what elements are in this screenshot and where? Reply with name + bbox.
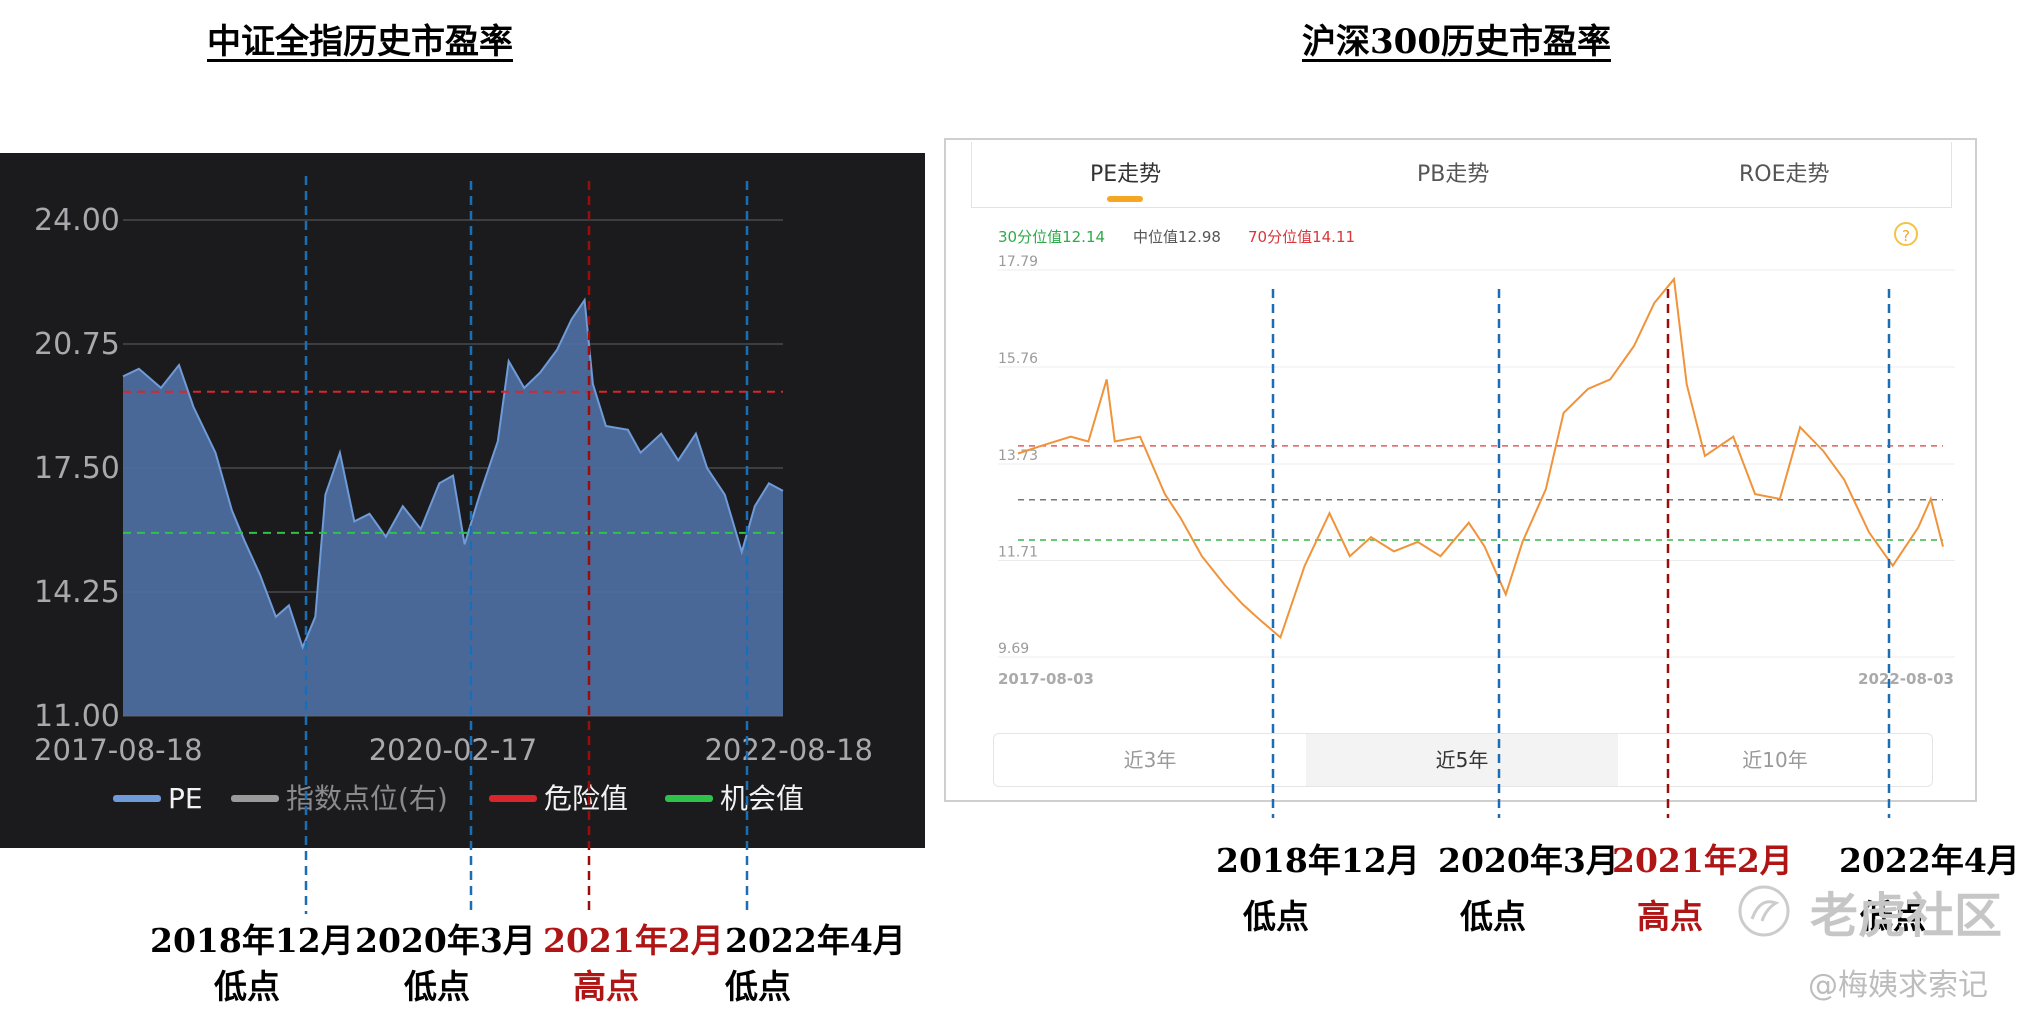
- left-annotation-label: 低点: [725, 967, 791, 1006]
- legend-label: 指数点位(右): [286, 782, 448, 815]
- pe-area: [123, 300, 783, 716]
- y-tick-label: 9.69: [998, 641, 1029, 657]
- x-start-label: 2017-08-03: [998, 670, 1094, 688]
- right-annotation-label: 高点: [1637, 897, 1703, 936]
- right-annotation-date: 2022年4月: [1839, 841, 2020, 880]
- right-annotation-date: 2018年12月: [1216, 841, 1420, 880]
- x-tick-label: 2022-08-18: [704, 733, 873, 767]
- range-10-years-button[interactable]: 近10年: [1618, 734, 1932, 786]
- time-range-selector: 近3年 近5年 近10年: [993, 733, 1933, 787]
- y-tick-label: 17.79: [998, 254, 1038, 270]
- y-tick-label: 24.00: [34, 203, 120, 238]
- author-watermark: @梅姨求索记: [1808, 968, 1988, 1003]
- legend-label: 危险值: [544, 782, 628, 815]
- right-annotation-date: 2020年3月: [1438, 841, 1619, 880]
- y-tick-label: 15.76: [998, 351, 1038, 367]
- legend-swatch: [231, 795, 279, 802]
- left-annotation-label: 高点: [573, 967, 639, 1006]
- legend-swatch: [489, 795, 537, 802]
- left-annotation-label: 低点: [404, 967, 470, 1006]
- left-annotation-label: 低点: [214, 967, 280, 1006]
- range-3-years-button[interactable]: 近3年: [994, 734, 1306, 786]
- pe-line: [1017, 276, 1944, 640]
- tiger-logo-icon: [1738, 885, 1790, 937]
- y-tick-label: 13.73: [998, 448, 1038, 464]
- left-annotation-date: 2018年12月: [150, 921, 354, 960]
- y-tick-label: 11.00: [34, 699, 120, 734]
- right-pe-chart: 17.79 15.76 13.73 11.71 9.69 2017-08-03 2022-0…: [998, 254, 1955, 688]
- right-annotation-label: 低点: [1243, 897, 1309, 936]
- range-5-years-button[interactable]: 近5年: [1306, 734, 1618, 786]
- y-tick-label: 20.75: [34, 327, 120, 362]
- left-annotation-date: 2022年4月: [725, 921, 906, 960]
- y-tick-label: 17.50: [34, 451, 120, 486]
- legend-swatch: [113, 795, 161, 802]
- y-tick-label: 14.25: [34, 575, 120, 610]
- x-tick-label: 2020-02-17: [369, 733, 538, 767]
- legend-label: PE: [168, 782, 203, 815]
- right-chart-title: 沪深300历史市盈率: [1302, 22, 1611, 62]
- x-tick-label: 2017-08-18: [34, 733, 203, 767]
- y-tick-label: 11.71: [998, 544, 1038, 560]
- left-chart-title: 中证全指历史市盈率: [207, 22, 513, 62]
- x-end-label: 2022-08-03: [1858, 670, 1954, 688]
- community-watermark: 老虎社区: [1810, 888, 2003, 944]
- left-chart-panel: 24.00 20.75 17.50 14.25 11.00 2017-08-18 2020-…: [0, 153, 925, 848]
- left-annotation-date: 2021年2月: [543, 921, 724, 960]
- legend-swatch: [665, 795, 713, 802]
- right-annotation-date: 2021年2月: [1612, 841, 1793, 880]
- right-annotation-label: 低点: [1460, 897, 1526, 936]
- left-annotation-date: 2020年3月: [355, 921, 536, 960]
- right-chart-panel: PE走势 PB走势 ROE走势 30分位值12.14 中位值12.98 70分位…: [944, 138, 1977, 802]
- legend-label: 机会值: [720, 782, 804, 815]
- left-pe-chart: 24.00 20.75 17.50 14.25 11.002017-08-18 2020-…: [34, 203, 873, 815]
